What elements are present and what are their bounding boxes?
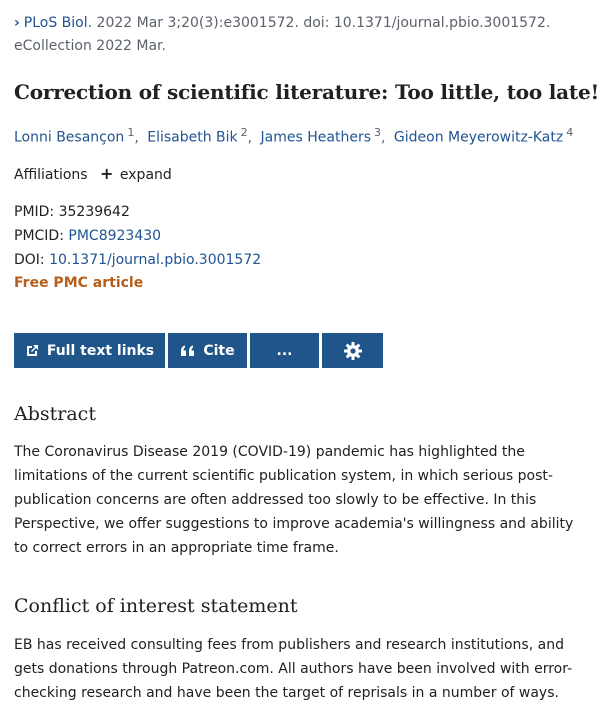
journal-link[interactable]: PLoS Biol. <box>24 15 92 31</box>
author-link[interactable]: Gideon Meyerowitz-Katz <box>394 130 563 146</box>
coi-heading: Conflict of interest statement <box>14 595 298 617</box>
action-bar: Full text links Cite ... <box>14 333 383 368</box>
doi-link[interactable]: 10.1371/journal.pbio.3001572 <box>49 252 261 268</box>
pmcid-link[interactable]: PMC8923430 <box>68 228 161 244</box>
author-link[interactable]: Elisabeth Bik <box>147 130 237 146</box>
author-affil-number[interactable]: 3 <box>374 126 381 139</box>
identifiers: PMID: 35239642 PMCID: PMC8923430 DOI: 10… <box>14 200 261 272</box>
abstract-heading: Abstract <box>14 403 96 425</box>
pmcid-label: PMCID: <box>14 228 64 244</box>
full-text-links-label: Full text links <box>46 342 155 359</box>
doi-row: DOI: 10.1371/journal.pbio.3001572 <box>14 248 261 272</box>
pmcid-row: PMCID: PMC8923430 <box>14 224 261 248</box>
chevron-right-icon[interactable]: › <box>14 12 20 35</box>
free-pmc-badge: Free PMC article <box>14 275 144 291</box>
more-label: ... <box>276 342 293 359</box>
abstract-text: The Coronavirus Disease 2019 (COVID-19) … <box>14 444 574 556</box>
plus-icon: + <box>100 164 114 183</box>
more-actions-button[interactable]: ... <box>250 333 319 368</box>
affiliations-row: Affiliations + expand <box>14 164 172 183</box>
article-title: Correction of scientific literature: Too… <box>14 80 599 104</box>
coi-text: EB has received consulting fees from pub… <box>14 637 573 701</box>
doi-label: DOI: <box>14 252 45 268</box>
author-link[interactable]: Lonni Besançon <box>14 130 124 146</box>
full-text-links-button[interactable]: Full text links <box>14 333 165 368</box>
gear-icon <box>343 341 363 361</box>
author-list: Lonni Besançon 1, Elisabeth Bik 2, James H… <box>14 126 574 146</box>
expand-label: expand <box>119 167 172 183</box>
affiliations-label: Affiliations <box>14 167 88 183</box>
author-affil-number[interactable]: 4 <box>566 126 573 139</box>
author-link[interactable]: James Heathers <box>261 130 371 146</box>
affiliations-expand-button[interactable]: + expand <box>100 164 172 183</box>
pmid-row: PMID: 35239642 <box>14 200 261 224</box>
pmid-label: PMID: <box>14 204 55 220</box>
settings-button[interactable] <box>322 333 383 368</box>
cite-button[interactable]: Cite <box>168 333 247 368</box>
external-link-icon <box>25 344 39 358</box>
quote-icon <box>180 345 195 357</box>
citation: › PLoS Biol. 2022 Mar 3;20(3):e3001572. d… <box>14 12 589 58</box>
author-affil-number[interactable]: 2 <box>241 126 248 139</box>
pmid-value: 35239642 <box>58 204 130 220</box>
citation-details: 2022 Mar 3;20(3):e3001572. doi: 10.1371/… <box>92 15 551 31</box>
cite-label: Cite <box>203 342 235 359</box>
ecollection: eCollection 2022 Mar. <box>14 38 166 54</box>
